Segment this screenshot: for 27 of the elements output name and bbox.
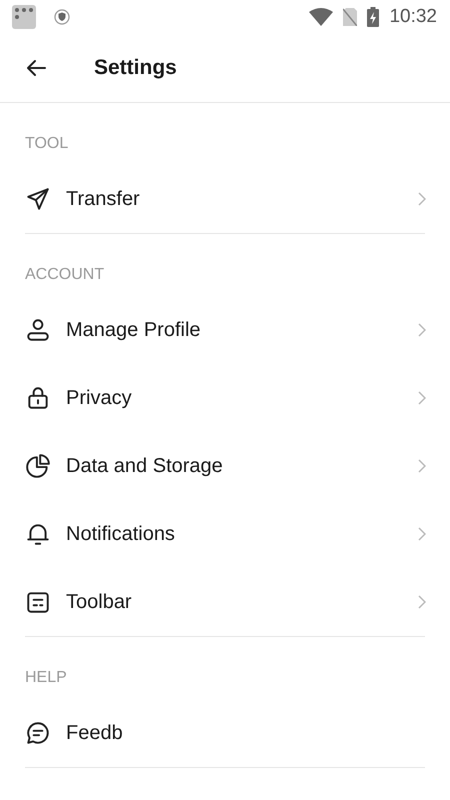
chevron-icon [418, 459, 426, 473]
no-sim-icon [343, 8, 358, 26]
wifi-icon [309, 8, 334, 26]
person-icon [25, 317, 51, 343]
shield-icon [54, 9, 70, 25]
chevron-icon [418, 391, 426, 405]
section-title: TOOL [24, 134, 70, 154]
chevron-icon [418, 527, 426, 541]
paper-plane-icon [25, 186, 51, 212]
chevron-icon [418, 595, 426, 609]
section-title: ACCOUNT [24, 265, 106, 285]
chat-bubble-icon [25, 720, 51, 746]
settings-item[interactable]: Manage Profile [0, 296, 450, 364]
section-title: HELP [24, 668, 68, 688]
settings-item[interactable]: Privacy [0, 364, 450, 432]
settings-item[interactable]: Feedb [0, 699, 450, 767]
settings-item[interactable]: Transfer [0, 165, 450, 233]
settings-item[interactable]: Notifications [0, 500, 450, 568]
battery-icon [367, 7, 380, 27]
app-icon [12, 5, 36, 29]
status-time: 10:32 [389, 6, 437, 28]
page-title: Settings [94, 56, 177, 80]
chevron-icon [418, 323, 426, 337]
chevron-icon [418, 192, 426, 206]
pie-chart-icon [25, 453, 51, 479]
settings-item[interactable]: Toolbar [0, 568, 450, 636]
settings-item[interactable]: Data and Storage [0, 432, 450, 500]
